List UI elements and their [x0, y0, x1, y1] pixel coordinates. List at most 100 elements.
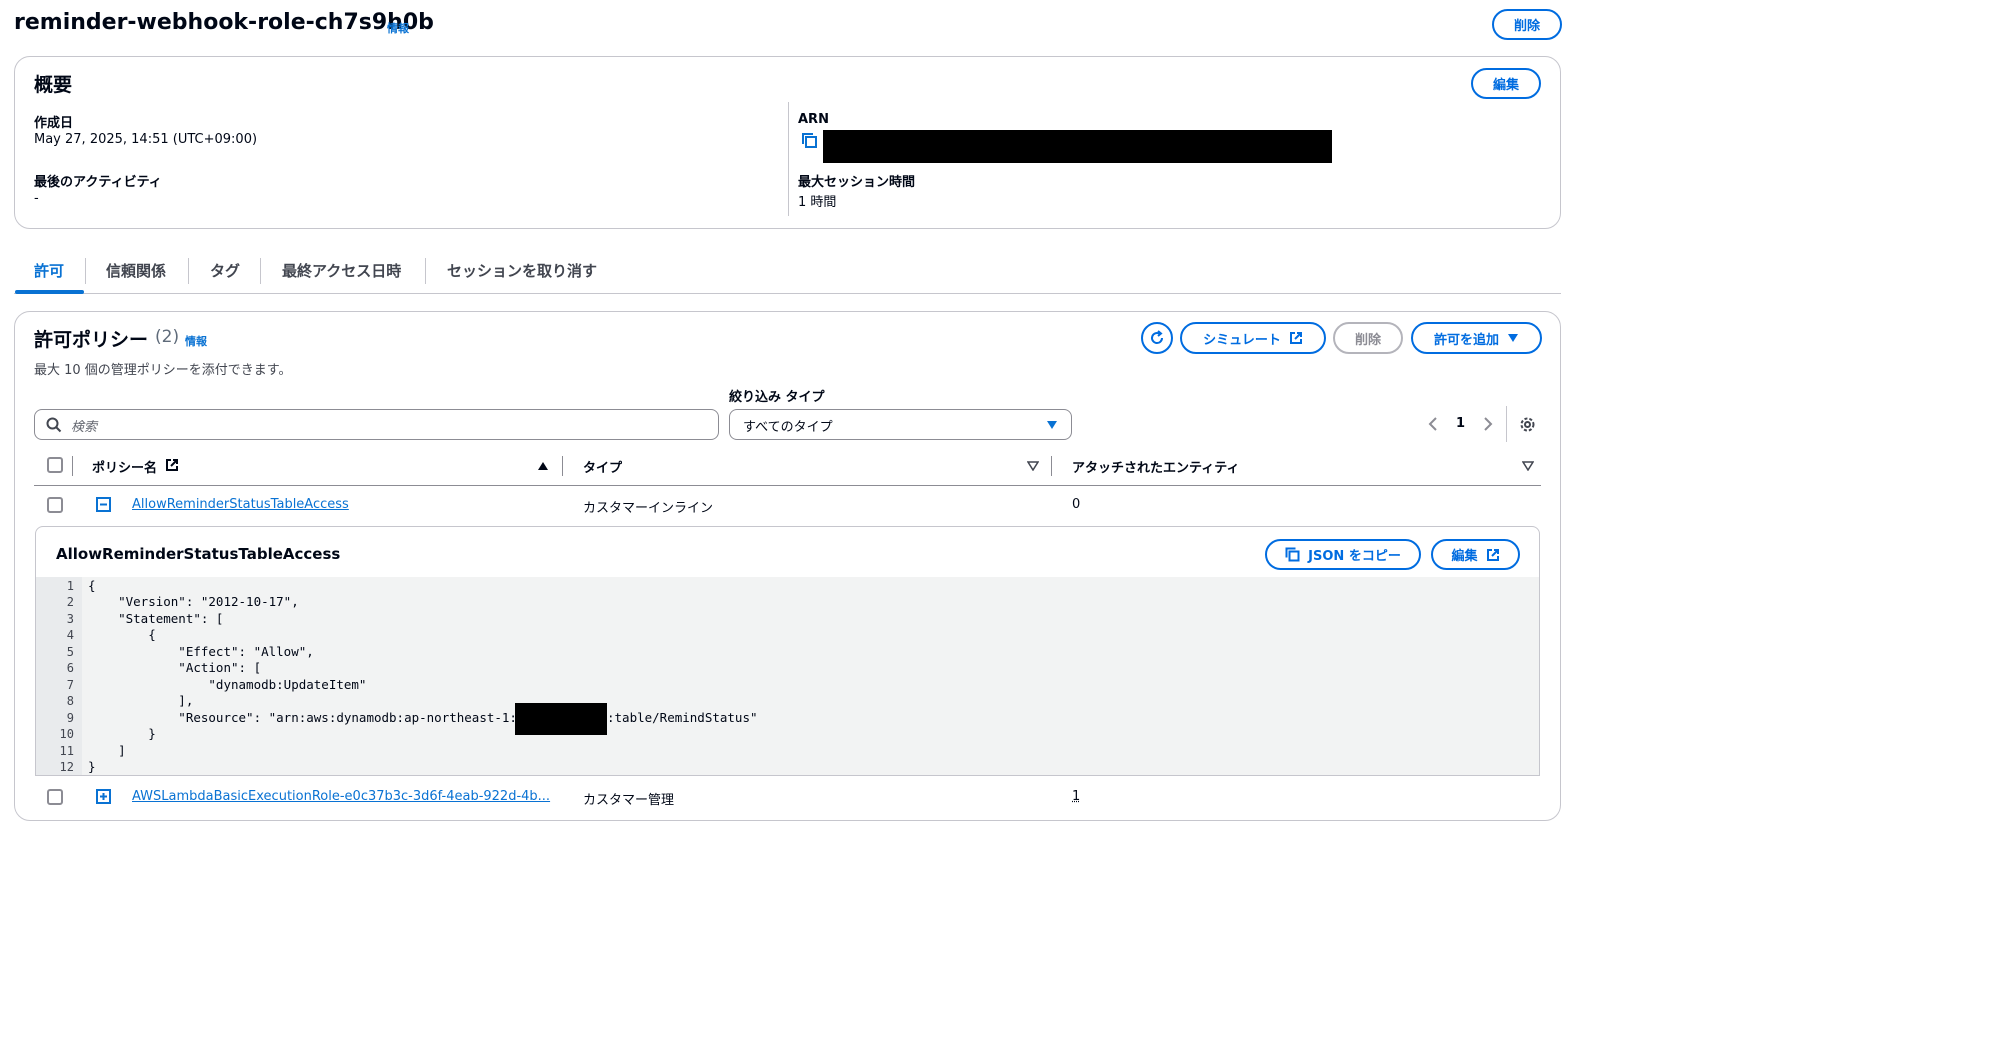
code-line: "Resource": "arn:aws:dynamodb:ap-northea…	[88, 710, 517, 725]
policy-type: カスタマー管理	[583, 793, 675, 808]
code-line: "dynamodb:UpdateItem"	[88, 677, 367, 692]
line-number: 10	[59, 727, 74, 741]
caret-down-icon	[1047, 421, 1057, 429]
copy-arn-icon[interactable]	[801, 132, 819, 150]
max-session-label: 最大セッション時間	[798, 175, 916, 190]
policies-count: (2)	[155, 327, 180, 347]
simulate-button[interactable]: シミュレート	[1180, 322, 1326, 354]
row-checkbox[interactable]	[47, 497, 63, 513]
code-line: ],	[88, 693, 194, 708]
code-line: "Version": "2012-10-17",	[88, 594, 299, 609]
code-line: "Effect": "Allow",	[88, 644, 314, 659]
last-activity-label: 最後のアクティビティ	[34, 175, 162, 190]
sort-ascending-icon[interactable]	[537, 461, 549, 471]
add-permissions-button[interactable]: 許可を追加	[1411, 322, 1542, 354]
created-label: 作成日	[34, 116, 74, 131]
attached-entities-count[interactable]: 1	[1072, 789, 1080, 804]
expand-icon[interactable]	[96, 789, 111, 804]
tab-separator	[188, 258, 189, 284]
next-page-icon[interactable]	[1482, 417, 1494, 431]
select-all-checkbox[interactable]	[47, 457, 63, 473]
created-value: May 27, 2025, 14:51 (UTC+09:00)	[34, 132, 258, 147]
tab-separator	[85, 258, 86, 284]
code-line: }	[88, 759, 96, 774]
delete-policy-button[interactable]: 削除	[1333, 322, 1403, 354]
policy-name-link[interactable]: AWSLambdaBasicExecutionRole-e0c37b3c-3d6…	[132, 789, 550, 804]
edit-policy-button[interactable]: 編集	[1431, 539, 1520, 570]
delete-role-button[interactable]: 削除	[1492, 9, 1562, 40]
search-icon	[46, 417, 62, 433]
attached-entities-count: 0	[1072, 497, 1081, 512]
copy-icon	[1285, 547, 1300, 562]
line-number: 8	[66, 694, 74, 708]
simulate-label: シミュレート	[1203, 332, 1281, 348]
settings-gear-icon[interactable]	[1519, 416, 1536, 433]
tab-separator	[425, 258, 426, 284]
line-number: 2	[66, 595, 74, 609]
summary-divider	[788, 102, 789, 216]
column-header-attached-entities[interactable]: アタッチされたエンティティ	[1072, 457, 1239, 476]
collapse-icon[interactable]	[96, 497, 111, 512]
delete-role-label: 削除	[1513, 19, 1540, 34]
filter-type-select[interactable]: すべてのタイプ	[729, 409, 1072, 440]
line-number: 7	[66, 678, 74, 692]
arn-redacted-value	[823, 130, 1332, 163]
tab-permissions[interactable]: 許可	[34, 258, 64, 284]
edit-policy-label: 編集	[1451, 549, 1478, 564]
line-number: 9	[66, 711, 74, 725]
page-title: reminder-webhook-role-ch7s9h0b	[14, 10, 434, 35]
policy-detail-title: AllowReminderStatusTableAccess	[56, 545, 341, 563]
policy-json-editor[interactable]: 1 2 3 4 5 6 7 8 9 10 11 12 { "Version": …	[36, 577, 1539, 775]
summary-edit-label: 編集	[1492, 78, 1519, 93]
search-input[interactable]: 検索	[34, 409, 719, 440]
filter-type-label: 絞り込み タイプ	[729, 390, 825, 405]
filter-type-value: すべてのタイプ	[743, 420, 833, 435]
line-number: 6	[66, 661, 74, 675]
external-link-icon	[166, 459, 178, 471]
policies-info-link[interactable]: 情報	[185, 333, 207, 349]
code-line: {	[88, 627, 156, 642]
policy-type: カスタマーインライン	[583, 501, 714, 516]
summary-title: 概要	[34, 74, 73, 96]
tab-revoke-sessions[interactable]: セッションを取り消す	[447, 258, 597, 284]
line-number: 12	[59, 760, 74, 774]
code-line: "Statement": [	[88, 611, 224, 626]
title-info-link[interactable]: 情報	[387, 20, 409, 36]
copy-json-label: JSON をコピー	[1308, 549, 1401, 564]
column-separator	[1051, 456, 1052, 476]
last-activity-value: -	[34, 191, 39, 206]
current-page-number[interactable]: 1	[1456, 416, 1465, 431]
column-header-policy-name[interactable]: ポリシー名	[92, 457, 157, 476]
line-number: 11	[59, 744, 74, 758]
table-header-divider	[34, 485, 1541, 486]
policy-name-link[interactable]: AllowReminderStatusTableAccess	[132, 497, 349, 512]
tab-last-accessed[interactable]: 最終アクセス日時	[282, 258, 401, 284]
line-number: 5	[66, 645, 74, 659]
external-link-icon	[1289, 332, 1302, 344]
tab-tags[interactable]: タグ	[210, 258, 240, 284]
tab-separator	[260, 258, 261, 284]
previous-page-icon[interactable]	[1427, 417, 1439, 431]
code-line: ]	[88, 743, 126, 758]
search-placeholder: 検索	[71, 420, 98, 435]
sort-icon[interactable]	[1522, 461, 1534, 471]
policies-description: 最大 10 個の管理ポリシーを添付できます。	[34, 363, 292, 378]
summary-edit-button[interactable]: 編集	[1471, 68, 1541, 99]
refresh-button[interactable]	[1141, 322, 1173, 354]
row-checkbox[interactable]	[47, 789, 63, 805]
policies-title: 許可ポリシー	[34, 329, 149, 351]
tab-trust-relationships[interactable]: 信頼関係	[106, 258, 166, 284]
code-line-resource-suffix: :table/RemindStatus"	[607, 710, 758, 725]
line-number: 3	[66, 612, 74, 626]
caret-down-icon	[1508, 334, 1518, 342]
line-number: 4	[66, 628, 74, 642]
max-session-value: 1 時間	[798, 195, 837, 210]
account-id-redacted	[515, 703, 607, 735]
external-link-icon	[1486, 548, 1499, 561]
copy-json-button[interactable]: JSON をコピー	[1265, 539, 1421, 570]
column-separator	[562, 456, 563, 476]
column-header-type[interactable]: タイプ	[583, 457, 622, 476]
tabs-baseline	[14, 293, 1561, 294]
pagination-divider	[1506, 406, 1507, 442]
sort-icon[interactable]	[1027, 461, 1039, 471]
